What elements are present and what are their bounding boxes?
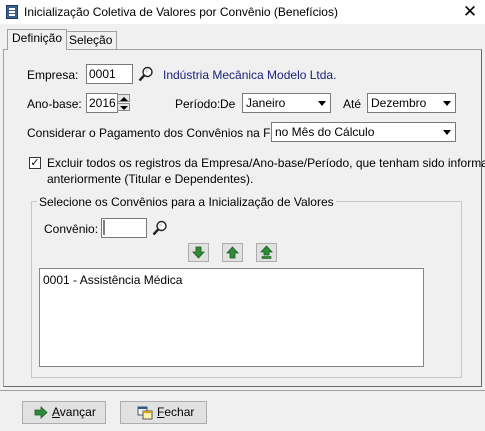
- window-title: Inicialização Coletiva de Valores por Co…: [24, 5, 338, 19]
- periodo-label: Período:: [175, 97, 221, 111]
- periodo-de-value: Janeiro: [246, 96, 286, 110]
- move-up-button[interactable]: [222, 243, 243, 262]
- excluir-checkbox[interactable]: ✓: [29, 157, 41, 169]
- empresa-label: Empresa:: [27, 68, 79, 82]
- ano-base-spinner[interactable]: [117, 94, 131, 112]
- convenios-list[interactable]: 0001 - Assistência Médica: [39, 268, 424, 367]
- tab-selecao[interactable]: Seleção: [64, 31, 117, 50]
- avancar-rest: vançar: [59, 405, 96, 419]
- close-icon[interactable]: ✕: [458, 2, 482, 22]
- periodo-de-label: De: [220, 97, 236, 111]
- periodo-ate-select[interactable]: Dezembro: [367, 93, 456, 113]
- fechar-rest: echar: [164, 405, 195, 419]
- ano-base-label: Ano-base:: [27, 97, 82, 111]
- fechar-button[interactable]: Fechar: [120, 401, 207, 424]
- spin-up-icon[interactable]: [117, 94, 130, 102]
- avancar-label: Avançar: [52, 402, 96, 423]
- list-item[interactable]: 0001 - Assistência Médica: [43, 273, 182, 287]
- chevron-down-icon[interactable]: [314, 94, 330, 112]
- close-window-icon: [137, 406, 153, 420]
- arrow-down-icon: [192, 246, 205, 259]
- move-top-button[interactable]: [256, 243, 277, 262]
- periodo-ate-value: Dezembro: [371, 96, 427, 110]
- search-empresa-icon[interactable]: [138, 66, 154, 82]
- excluir-text-line1: Excluir todos os registros da Empresa/An…: [47, 156, 485, 170]
- search-convenio-icon[interactable]: [152, 220, 168, 236]
- tab-definicao[interactable]: Definição: [7, 29, 68, 50]
- spin-down-icon[interactable]: [117, 103, 130, 111]
- text-cursor-icon: [103, 220, 105, 235]
- ano-base-input[interactable]: 2016: [86, 93, 118, 113]
- arrow-up-icon: [226, 246, 239, 259]
- empresa-input[interactable]: 0001: [86, 64, 133, 84]
- fechar-label: Fechar: [157, 402, 194, 423]
- company-name: Indústria Mecânica Modelo Ltda.: [163, 68, 337, 82]
- arrow-up-double-icon: [260, 245, 273, 259]
- convenio-input[interactable]: [101, 218, 147, 238]
- convenio-label: Convênio:: [44, 222, 99, 236]
- considerar-label: Considerar o Pagamento dos Convênios na …: [27, 126, 297, 140]
- considerar-select[interactable]: no Mês do Cálculo: [271, 122, 456, 142]
- chevron-down-icon[interactable]: [439, 123, 455, 141]
- move-down-button[interactable]: [188, 243, 209, 262]
- convenios-group-title: Selecione os Convênios para a Inicializa…: [37, 195, 336, 209]
- considerar-value: no Mês do Cálculo: [275, 125, 375, 139]
- chevron-down-icon[interactable]: [439, 94, 455, 112]
- avancar-accel: A: [52, 405, 60, 419]
- arrow-right-icon: [34, 406, 48, 419]
- periodo-de-select[interactable]: Janeiro: [242, 93, 331, 113]
- periodo-ate-label: Até: [343, 97, 362, 111]
- avancar-button[interactable]: Avançar: [22, 401, 106, 424]
- app-icon: [6, 5, 18, 19]
- excluir-text-line2: anteriormente (Titular e Dependentes).: [47, 172, 254, 186]
